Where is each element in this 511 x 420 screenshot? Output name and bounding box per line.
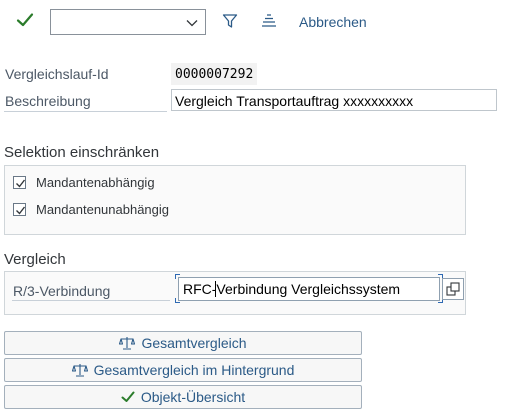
total-comparison-label: Gesamtvergleich <box>141 335 247 351</box>
total-comparison-button[interactable]: Gesamtvergleich <box>4 331 362 355</box>
checkmark-icon <box>121 390 135 404</box>
client-dependent-label: Mandantenabhängig <box>36 175 155 190</box>
command-field[interactable] <box>50 9 206 35</box>
selection-group-title: Selektion einschränken <box>4 144 160 161</box>
text-caret <box>215 281 216 297</box>
focus-frame <box>175 274 180 279</box>
sap-compare-screen: Abbrechen Vergleichslauf-Id 0000007292 B… <box>0 0 511 420</box>
focus-frame <box>175 298 180 303</box>
background-comparison-button[interactable]: Gesamtvergleich im Hintergrund <box>4 358 362 382</box>
checkbox-client-independent[interactable] <box>13 203 26 216</box>
r3-connection-label: R/3-Verbindung <box>13 283 111 299</box>
description-input[interactable]: Vergleich Transportauftrag xxxxxxxxxx <box>171 89 497 111</box>
comparison-group-title: Vergleich <box>4 251 66 268</box>
object-overview-label: Objekt-Übersicht <box>140 389 246 405</box>
run-id-field: 0000007292 <box>171 63 257 85</box>
scales-icon <box>71 363 88 377</box>
checkbox-client-dependent[interactable] <box>13 176 26 189</box>
object-overview-button[interactable]: Objekt-Übersicht <box>4 385 362 409</box>
background-comparison-label: Gesamtvergleich im Hintergrund <box>93 362 295 378</box>
sort-icon[interactable] <box>261 14 277 28</box>
rfc-connection-input[interactable]: RFC-Verbindung Vergleichssystem <box>178 277 440 301</box>
label-underline <box>4 111 167 112</box>
chevron-down-icon[interactable] <box>185 16 199 30</box>
toolbar: Abbrechen <box>0 0 511 44</box>
run-id-label: Vergleichslauf-Id <box>5 66 109 82</box>
value-help-icon[interactable] <box>442 278 464 300</box>
filter-icon[interactable] <box>222 13 238 29</box>
client-independent-label: Mandantenunabhängig <box>36 202 170 217</box>
scales-icon <box>119 336 136 350</box>
label-underline <box>12 300 170 301</box>
cancel-button[interactable]: Abbrechen <box>299 14 367 30</box>
checkmark-icon[interactable] <box>16 11 34 29</box>
description-label: Beschreibung <box>5 93 91 109</box>
